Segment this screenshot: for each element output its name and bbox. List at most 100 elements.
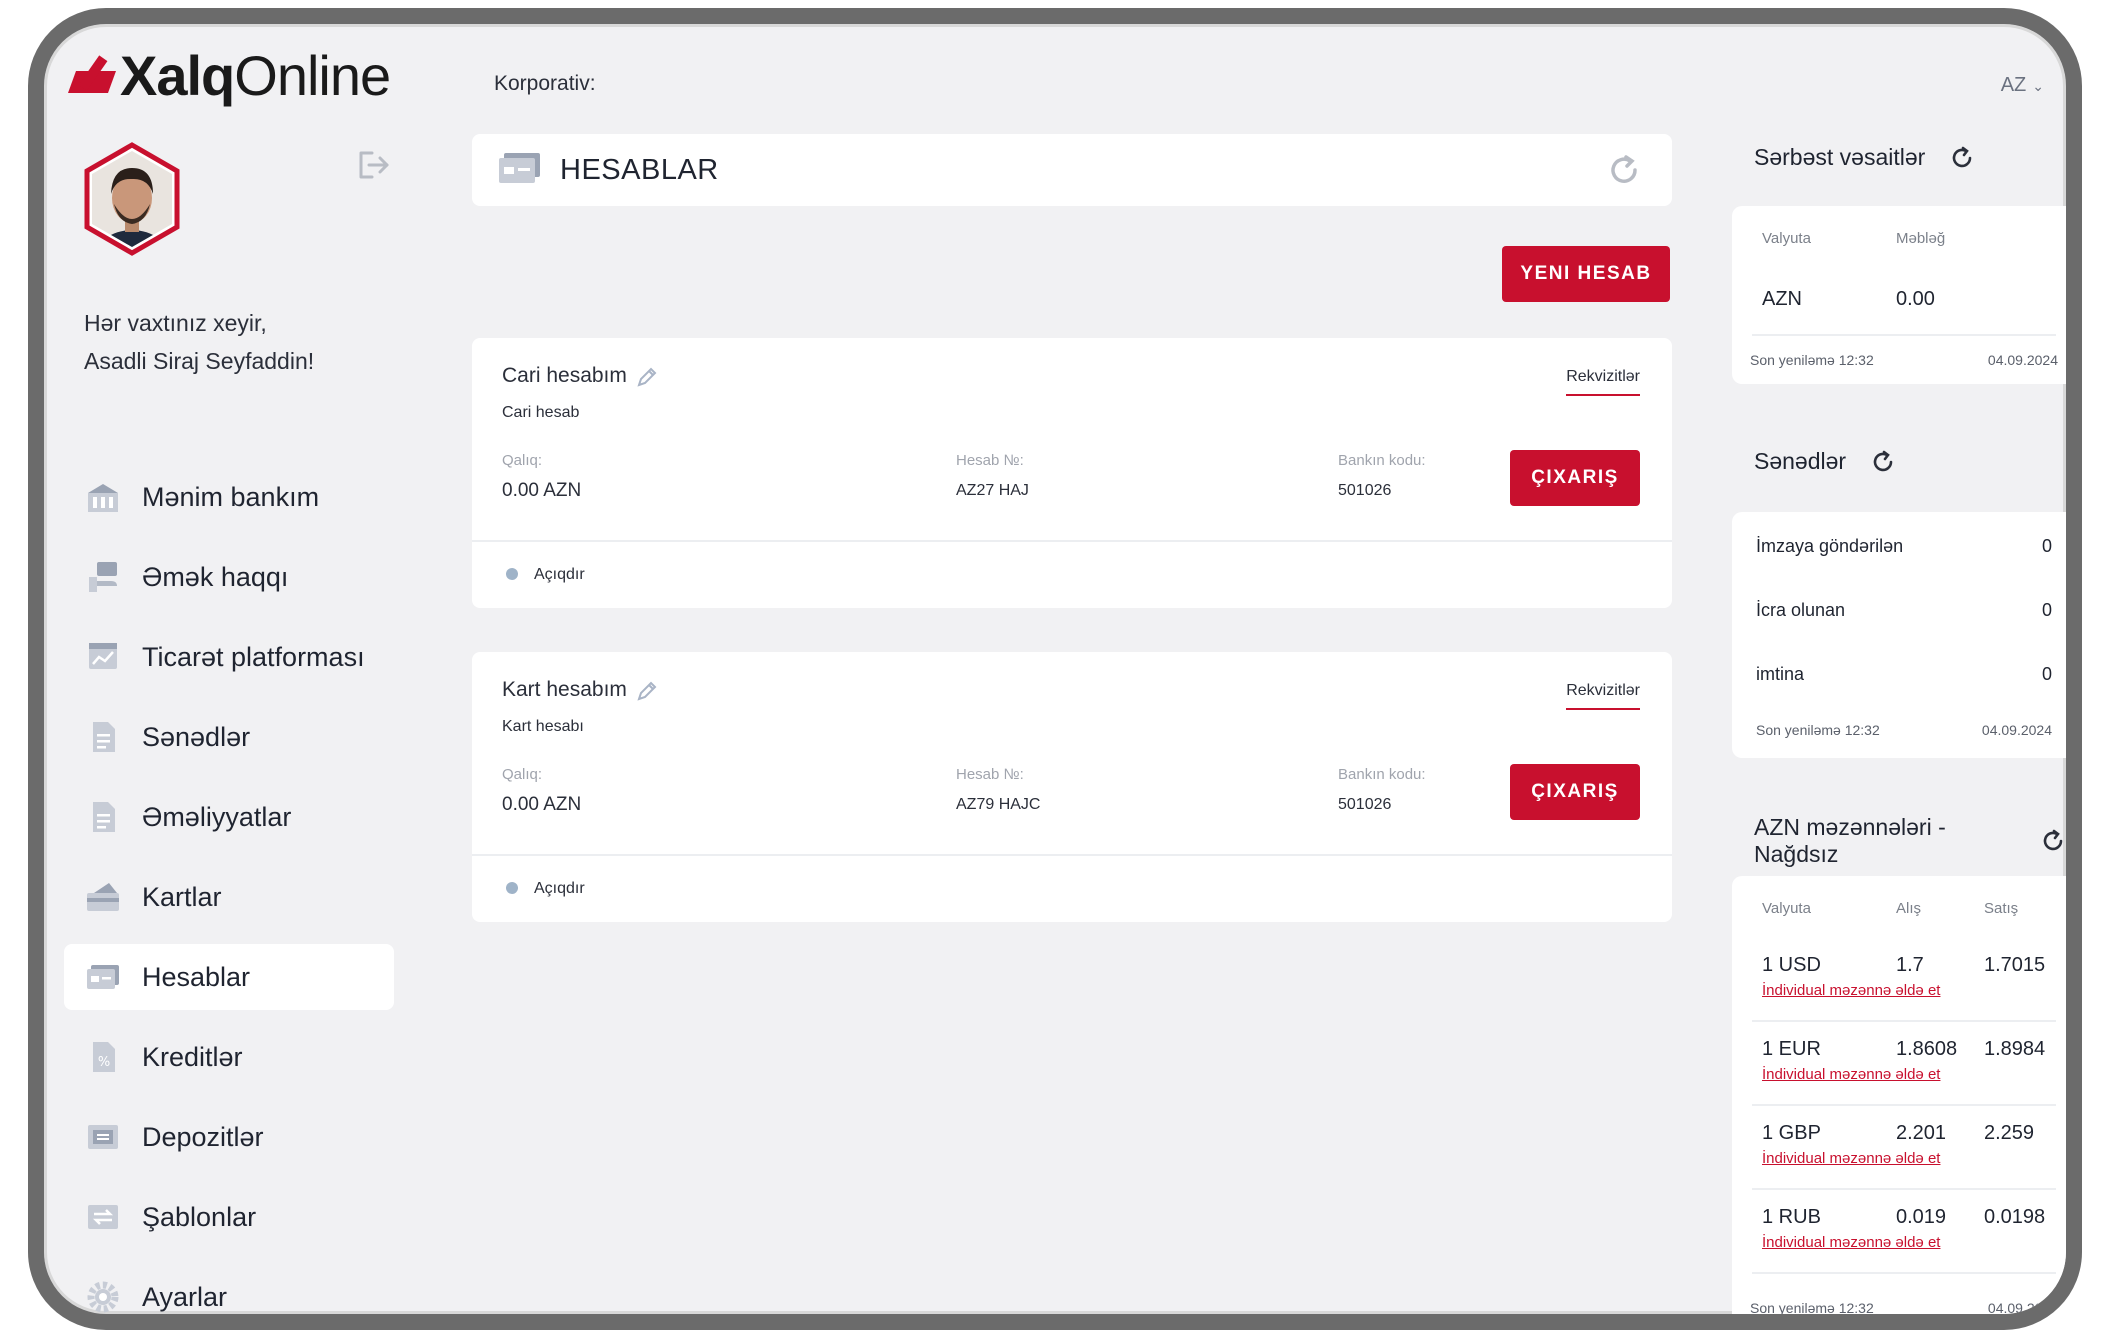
sidebar-item-cards[interactable]: Kartlar bbox=[64, 864, 394, 930]
language-selector[interactable]: AZ ⌄ bbox=[2001, 74, 2044, 97]
sidebar-item-label: Ayarlar bbox=[142, 1281, 228, 1312]
language-value: AZ bbox=[2000, 74, 2027, 96]
logo-bold: Xalq bbox=[120, 43, 235, 107]
free-funds-amount: 0.00 bbox=[1896, 288, 1935, 310]
rate-buy: 1.8608 bbox=[1896, 1038, 1958, 1060]
edit-pencil-icon[interactable] bbox=[636, 366, 658, 388]
rate-sell: 1.8984 bbox=[1984, 1038, 2046, 1060]
logo-mark-icon bbox=[70, 53, 114, 97]
operations-icon bbox=[84, 798, 122, 836]
trade-icon bbox=[84, 638, 122, 676]
sidebar-item-deposits[interactable]: Depozitlər bbox=[64, 1104, 394, 1170]
documents-row-rejected[interactable]: imtina 0 bbox=[1756, 664, 2052, 685]
balance-label: Qalıq: bbox=[502, 766, 543, 783]
divider bbox=[1752, 334, 2056, 336]
logout-icon[interactable] bbox=[356, 150, 390, 180]
divider bbox=[1752, 1104, 2056, 1106]
sidebar-item-label: Depozitlər bbox=[142, 1121, 264, 1152]
free-funds-currency: AZN bbox=[1762, 288, 1802, 310]
account-name: Kart hesabım bbox=[502, 678, 627, 701]
statement-button[interactable]: ÇIXARIŞ bbox=[1510, 764, 1640, 820]
bank-code: 501026 bbox=[1338, 796, 1392, 813]
rate-buy: 0.019 bbox=[1896, 1206, 1947, 1228]
documents-row-executed[interactable]: İcra olunan 0 bbox=[1756, 600, 2052, 621]
requisites-link[interactable]: Rekvizitlər bbox=[1566, 682, 1640, 710]
balance-value: 0.00 AZN bbox=[502, 480, 582, 501]
documents-card: İmzaya göndərilən 0 İcra olunan 0 imtina 0 … bbox=[1732, 512, 2066, 758]
requisites-link[interactable]: Rekvizitlər bbox=[1566, 368, 1640, 396]
documents-row-count: 0 bbox=[2041, 600, 2052, 620]
sidebar-item-my-bank[interactable]: Mənim bankım bbox=[64, 464, 394, 530]
account-card: Kart hesabım Kart hesabı Rekvizitlər Qal… bbox=[472, 652, 1672, 922]
refresh-icon[interactable] bbox=[2040, 828, 2066, 854]
new-account-button[interactable]: YENI HESAB bbox=[1502, 246, 1670, 302]
account-type: Kart hesabı bbox=[502, 718, 584, 735]
rates-sell-header: Satış bbox=[1984, 900, 2019, 917]
documents-row-label: İcra olunan bbox=[1756, 600, 1846, 620]
divider bbox=[1752, 1188, 2056, 1190]
sidebar-item-settings[interactable]: Ayarlar bbox=[64, 1264, 394, 1314]
account-status: Açıqdır bbox=[534, 880, 585, 897]
sidebar-item-operations[interactable]: Əməliyyatlar bbox=[64, 784, 394, 850]
refresh-icon[interactable] bbox=[1870, 449, 1896, 475]
rate-currency: 1 EUR bbox=[1762, 1038, 1821, 1060]
currency-column-label: Valyuta bbox=[1762, 230, 1811, 247]
individual-rate-link[interactable]: İndividual məzənnə əldə et bbox=[1762, 1150, 1940, 1167]
avatar[interactable] bbox=[82, 142, 182, 256]
documents-row-count: 0 bbox=[2041, 536, 2052, 556]
account-number: AZ27 HAJ bbox=[956, 482, 1029, 499]
last-updated-date: 04.09.2024 bbox=[1981, 722, 2052, 738]
template-icon bbox=[84, 1198, 122, 1236]
bank-icon bbox=[84, 478, 122, 516]
balance-value: 0.00 AZN bbox=[502, 794, 582, 815]
rates-card: Valyuta Alış Satış 1 USD 1.7 1.7015 İndi… bbox=[1732, 876, 2066, 1316]
page-title: HESABLAR bbox=[560, 153, 719, 186]
documents-row-count: 0 bbox=[2041, 664, 2052, 684]
edit-pencil-icon[interactable] bbox=[636, 680, 658, 702]
sidebar-item-documents[interactable]: Sənədlər bbox=[64, 704, 394, 770]
svg-text:%: % bbox=[98, 1055, 110, 1070]
refresh-icon[interactable] bbox=[1949, 145, 1975, 171]
divider bbox=[1752, 1020, 2056, 1022]
sidebar-item-label: Sənədlər bbox=[142, 721, 251, 752]
sidebar-item-salary[interactable]: Əmək haqqı bbox=[64, 544, 394, 610]
deposit-icon bbox=[84, 1118, 122, 1156]
individual-rate-link[interactable]: İndividual məzənnə əldə et bbox=[1762, 1234, 1940, 1251]
individual-rate-link[interactable]: İndividual məzənnə əldə et bbox=[1762, 1066, 1940, 1083]
last-updated-label: Son yeniləmə 12:32 bbox=[1750, 1300, 1874, 1316]
last-updated-label: Son yeniləmə 12:32 bbox=[1750, 352, 1874, 368]
rate-currency: 1 USD bbox=[1762, 954, 1821, 976]
individual-rate-link[interactable]: İndividual məzənnə əldə et bbox=[1762, 982, 1940, 999]
rate-sell: 0.0198 bbox=[1984, 1206, 2046, 1228]
rate-buy: 1.7 bbox=[1896, 954, 1924, 976]
last-updated-label: Son yeniləmə 12:32 bbox=[1756, 722, 1880, 738]
rate-sell: 1.7015 bbox=[1984, 954, 2046, 976]
sidebar-item-label: Kartlar bbox=[142, 881, 222, 912]
sidebar-item-credits[interactable]: % Kreditlər bbox=[64, 1024, 394, 1090]
sidebar-item-label: Şablonlar bbox=[142, 1201, 257, 1232]
account-card: Cari hesabım Cari hesab Rekvizitlər Qalı… bbox=[472, 338, 1672, 608]
rate-sell: 2.259 bbox=[1984, 1122, 2035, 1144]
sidebar-item-templates[interactable]: Şablonlar bbox=[64, 1184, 394, 1250]
sidebar-nav: Mənim bankım Əmək haqqı Ticarət platform… bbox=[64, 464, 394, 1314]
account-status: Açıqdır bbox=[534, 566, 585, 583]
greeting-user-name: Asadli Siraj Seyfaddin! bbox=[84, 348, 315, 374]
free-funds-title-text: Sərbəst vəsaitlər bbox=[1754, 144, 1926, 170]
statement-button[interactable]: ÇIXARIŞ bbox=[1510, 450, 1640, 506]
credit-icon: % bbox=[84, 1038, 122, 1076]
sidebar-item-label: Ticarət platforması bbox=[142, 641, 365, 672]
sidebar-item-label: Əmək haqqı bbox=[142, 561, 289, 592]
account-type: Cari hesab bbox=[502, 404, 580, 421]
refresh-icon[interactable] bbox=[1606, 152, 1642, 188]
greeting-line-1: Hər vaxtınız xeyir, bbox=[84, 310, 267, 336]
documents-row-label: İmzaya göndərilən bbox=[1756, 536, 1904, 556]
sidebar-item-label: Mənim bankım bbox=[142, 481, 320, 512]
sidebar-item-trade-platform[interactable]: Ticarət platforması bbox=[64, 624, 394, 690]
sidebar-item-accounts[interactable]: Hesablar bbox=[64, 944, 394, 1010]
brand-logo[interactable]: XalqOnline bbox=[70, 40, 391, 110]
sidebar-item-label: Kreditlər bbox=[142, 1041, 243, 1072]
salary-icon bbox=[84, 558, 122, 596]
documents-row-pending-signature[interactable]: İmzaya göndərilən 0 bbox=[1756, 536, 2052, 557]
documents-title: Sənədlər bbox=[1754, 448, 1896, 475]
rate-currency: 1 GBP bbox=[1762, 1122, 1821, 1144]
